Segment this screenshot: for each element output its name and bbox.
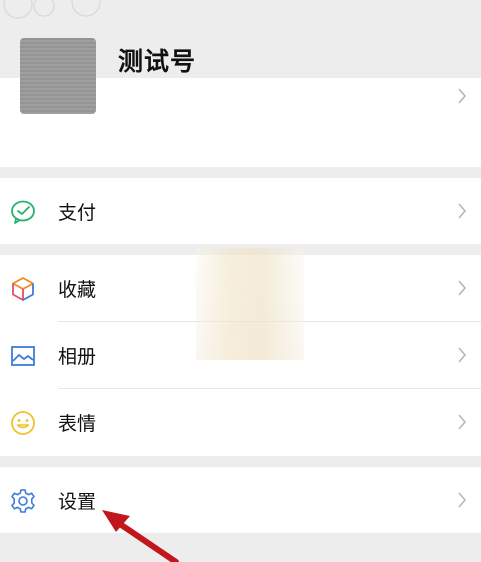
menu-item-album-label: 相册: [58, 346, 97, 368]
avatar[interactable]: [20, 38, 96, 114]
profile-nickname: 测试号: [118, 47, 197, 76]
menu-item-stickers[interactable]: 表情: [0, 389, 481, 455]
menu-item-favorites-label: 收藏: [58, 279, 97, 301]
chevron-right-icon: [458, 280, 467, 296]
pay-section: 支付: [0, 178, 481, 244]
chevron-right-icon: [458, 414, 467, 430]
wechat-pay-icon: [11, 200, 35, 224]
settings-section: 设置: [0, 467, 481, 533]
menu-item-pay-label: 支付: [58, 202, 97, 224]
chevron-right-icon: [458, 492, 467, 508]
smiley-icon: [11, 411, 35, 435]
chevron-right-icon: [458, 347, 467, 363]
menu-item-pay[interactable]: 支付: [0, 178, 481, 244]
chevron-right-icon: [458, 88, 467, 104]
decorative-rings-icon: [3, 0, 101, 19]
gear-icon: [11, 489, 35, 513]
cube-favorites-icon: [12, 277, 34, 301]
chevron-right-icon: [458, 203, 467, 219]
menu-item-settings-label: 设置: [58, 491, 97, 513]
menu-item-stickers-label: 表情: [58, 413, 97, 435]
menu-item-settings[interactable]: 设置: [0, 467, 481, 533]
blurred-overlay: [196, 248, 304, 360]
red-arrow-annotation-icon: [102, 510, 179, 562]
image-album-icon: [11, 346, 35, 366]
